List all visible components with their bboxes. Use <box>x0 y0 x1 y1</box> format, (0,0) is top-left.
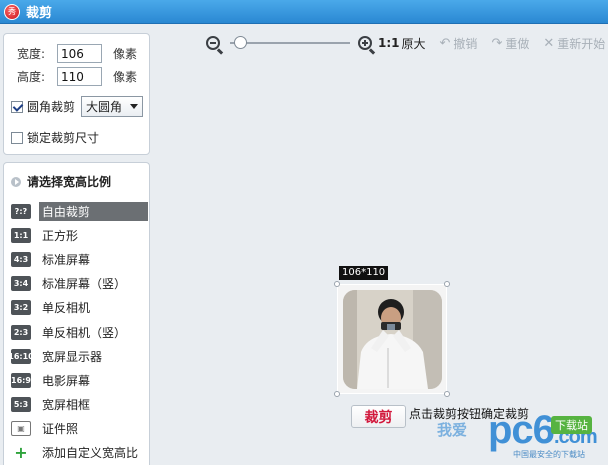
ratio-16-9-icon: 16:9 <box>11 372 31 388</box>
ratio-3-2-icon: 3:2 <box>11 300 31 316</box>
crop-button[interactable]: 裁剪 <box>351 405 406 428</box>
watermark-left-text: 我爱 <box>437 421 468 439</box>
actual-size-button[interactable]: 1:1 原大 <box>378 35 426 52</box>
lock-size-label: 锁定裁剪尺寸 <box>27 131 100 145</box>
ratio-item-label: 添加自定义宽高比 <box>42 446 139 461</box>
ratio-item-label: 标准屏幕 <box>42 252 91 267</box>
height-unit: 像素 <box>113 70 138 84</box>
zoom-in-icon[interactable] <box>358 36 376 55</box>
id-card-icon: ▣ <box>11 421 31 437</box>
undo-icon: ↶ <box>439 35 451 51</box>
redo-label: 重做 <box>505 36 530 51</box>
ratio-item-label: 自由裁剪 <box>38 201 148 221</box>
ratio-panel: 请选择宽高比例 ?:? 自由裁剪 1:1 正方形 4:3 标准屏幕 3:4 标准… <box>3 162 150 465</box>
watermark-sub-text: 中国最安全的下载站 <box>513 450 585 459</box>
ratio-list: ?:? 自由裁剪 1:1 正方形 4:3 标准屏幕 3:4 标准屏幕（竖） 3:… <box>8 199 148 465</box>
watermark-main-text: pc6 <box>488 408 555 452</box>
window-title: 裁剪 <box>26 6 53 21</box>
zoom-out-icon[interactable] <box>206 36 224 55</box>
toolbar: 1:1 原大 ↶ 撤销 ↷ 重做 ✕ 重新开始 <box>206 33 605 55</box>
close-icon: ✕ <box>543 35 555 51</box>
actual-size-label: 原大 <box>401 36 426 51</box>
arrow-bullet-icon <box>11 176 21 187</box>
ratio-2-3-icon: 2:3 <box>11 324 31 340</box>
ratio-item-label: 标准屏幕（竖） <box>42 277 127 292</box>
lock-size-checkbox[interactable] <box>11 131 23 144</box>
ratio-item-square[interactable]: 1:1 正方形 <box>11 223 148 247</box>
ratio-item-label: 单反相机 <box>42 301 91 316</box>
height-label: 高度: <box>17 70 46 84</box>
ratio-3-4-icon: 3:4 <box>11 276 31 292</box>
redo-button[interactable]: ↷ 重做 <box>491 35 529 52</box>
zoom-slider[interactable] <box>230 36 350 50</box>
height-row: 高度: 像素 <box>17 67 137 86</box>
width-unit: 像素 <box>113 47 138 61</box>
plus-icon: + <box>14 443 28 463</box>
crop-handle-top-right[interactable] <box>444 281 450 287</box>
ratio-free-icon: ?:? <box>11 203 31 219</box>
lock-size-row: 锁定裁剪尺寸 <box>11 129 99 146</box>
round-corner-checkbox[interactable] <box>11 100 23 113</box>
ratio-item-3-2[interactable]: 3:2 单反相机 <box>11 296 148 320</box>
ratio-item-free[interactable]: ?:? 自由裁剪 <box>11 199 148 223</box>
crop-size-tag: 106*110 <box>339 266 389 280</box>
crop-area[interactable] <box>334 281 450 397</box>
ratio-4-3-icon: 4:3 <box>11 251 31 267</box>
ratio-item-add-custom[interactable]: + 添加自定义宽高比 <box>11 441 148 465</box>
ratio-item-label: 电影屏幕 <box>42 373 91 388</box>
round-corner-row: 圆角裁剪 大圆角 <box>11 96 144 117</box>
watermark-badge: 下载站 <box>551 416 592 434</box>
ratio-item-3-4[interactable]: 3:4 标准屏幕（竖） <box>11 272 148 296</box>
reset-label: 重新开始 <box>557 36 606 51</box>
ratio-item-5-3[interactable]: 5:3 宽屏相框 <box>11 393 148 417</box>
ratio-heading: 请选择宽高比例 <box>11 173 111 190</box>
zoom-slider-track <box>230 42 350 44</box>
ratio-item-label: 宽屏显示器 <box>42 349 103 364</box>
actual-size-ratio: 1:1 <box>378 36 400 50</box>
ratio-item-16-10[interactable]: 16:10 宽屏显示器 <box>8 344 148 368</box>
chevron-down-icon <box>130 104 139 109</box>
ratio-item-4-3[interactable]: 4:3 标准屏幕 <box>11 247 148 271</box>
ratio-item-label: 正方形 <box>42 228 79 243</box>
crop-handle-bottom-left[interactable] <box>334 391 340 397</box>
reset-button[interactable]: ✕ 重新开始 <box>543 35 605 52</box>
corner-size-value: 大圆角 <box>86 100 123 114</box>
width-row: 宽度: 像素 <box>17 44 137 63</box>
ratio-16-10-icon: 16:10 <box>8 348 34 364</box>
width-input[interactable] <box>57 44 102 63</box>
photo-preview <box>343 290 442 389</box>
ratio-item-label: 单反相机（竖） <box>42 325 127 340</box>
crop-handle-top-left[interactable] <box>334 281 340 287</box>
round-corner-label: 圆角裁剪 <box>27 100 76 114</box>
ratio-1-1-icon: 1:1 <box>11 227 31 243</box>
crop-handle-bottom-right[interactable] <box>444 391 450 397</box>
ratio-heading-text: 请选择宽高比例 <box>27 175 112 189</box>
app-logo-icon: 秀 <box>4 3 20 20</box>
redo-icon: ↷ <box>491 35 503 51</box>
person-photo-image <box>343 290 442 389</box>
zoom-slider-thumb[interactable] <box>234 36 247 49</box>
size-panel: 宽度: 像素 高度: 像素 圆角裁剪 大圆角 锁定裁剪尺寸 <box>3 33 150 155</box>
width-label: 宽度: <box>17 47 46 61</box>
ratio-item-2-3[interactable]: 2:3 单反相机（竖） <box>11 320 148 344</box>
ratio-item-label: 证件照 <box>42 422 79 437</box>
undo-label: 撤销 <box>453 36 478 51</box>
undo-button[interactable]: ↶ 撤销 <box>440 35 478 52</box>
ratio-item-16-9[interactable]: 16:9 电影屏幕 <box>11 368 148 392</box>
ratio-5-3-icon: 5:3 <box>11 397 31 413</box>
title-bar: 秀 裁剪 <box>0 0 608 24</box>
ratio-item-id-photo[interactable]: ▣ 证件照 <box>11 417 148 441</box>
height-input[interactable] <box>57 67 102 86</box>
corner-size-select[interactable]: 大圆角 <box>81 96 144 117</box>
ratio-item-label: 宽屏相框 <box>42 398 91 413</box>
